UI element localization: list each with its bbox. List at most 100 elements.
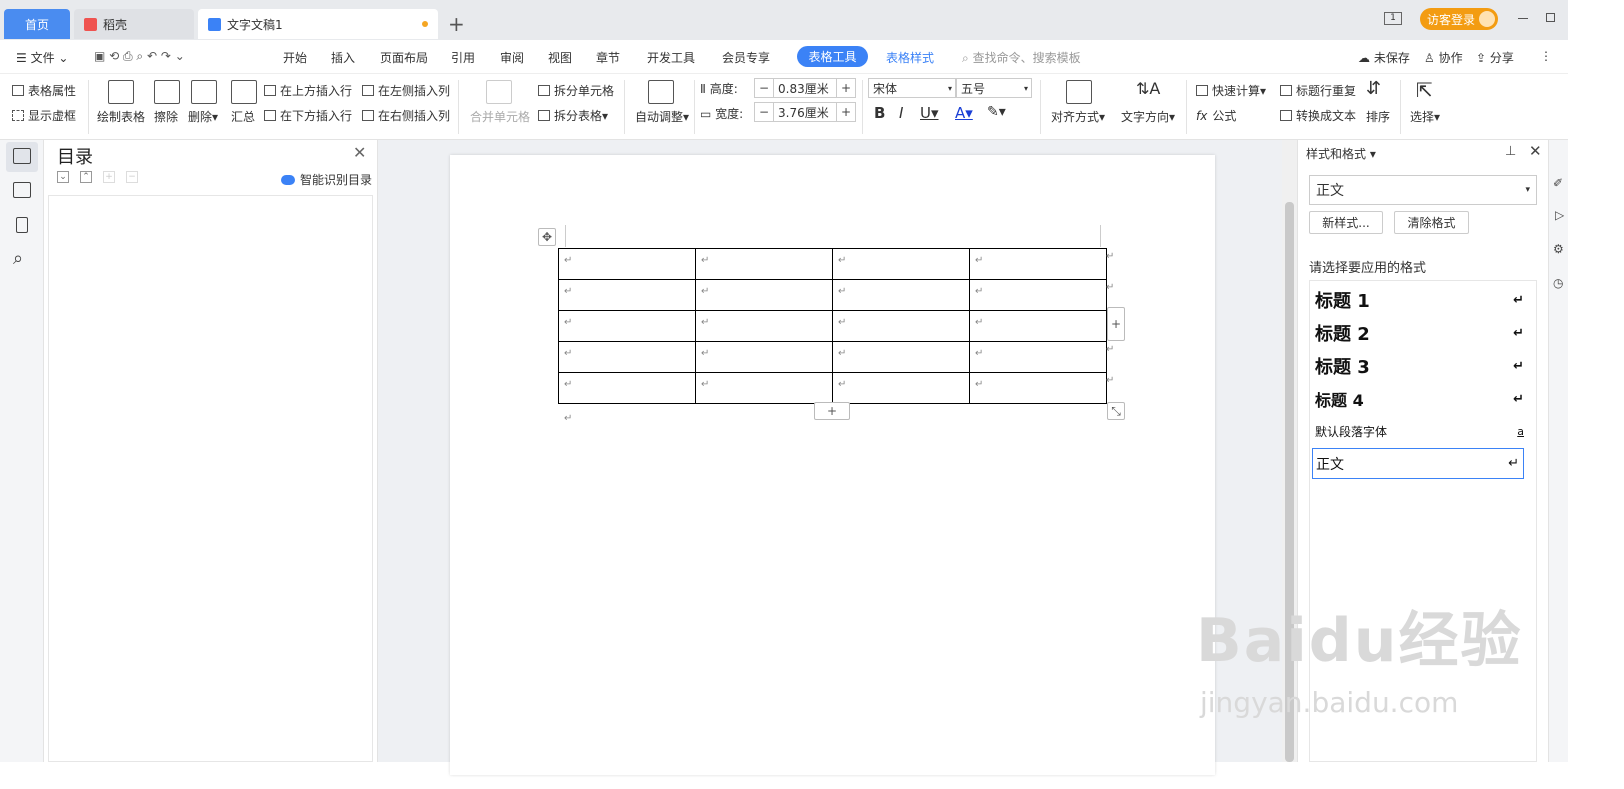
search-icon[interactable]: ⌕ [13, 248, 23, 269]
table-cell[interactable]: ↵ [969, 372, 1107, 404]
tab-member[interactable]: 会员专享 [722, 49, 770, 66]
login-button[interactable]: 访客登录 [1420, 8, 1498, 30]
table-cell[interactable]: ↵ [832, 248, 970, 280]
font-family-select[interactable]: 宋体 ▾ [868, 78, 956, 98]
table-cell[interactable]: ↵ [695, 372, 833, 404]
table-cell[interactable]: ↵ [558, 341, 696, 373]
command-search[interactable]: ⌕ 查找命令、搜索模板 [962, 49, 1081, 66]
insert-above-button[interactable]: 在上方插入行 [264, 82, 352, 99]
clear-format-button[interactable]: 清除格式 [1394, 211, 1469, 234]
insert-left-button[interactable]: 在左侧插入列 [362, 82, 450, 99]
pin-icon[interactable]: ⊥ [1505, 144, 1516, 159]
tab-review[interactable]: 审阅 [500, 49, 524, 66]
split-table-button[interactable]: 拆分表格 ▾ [538, 107, 608, 124]
tab-reference[interactable]: 引用 [451, 49, 475, 66]
bookmark-icon[interactable] [16, 217, 28, 233]
table-cell[interactable]: ↵ [832, 372, 970, 404]
add-level-icon[interactable]: + [103, 171, 115, 183]
merge-cells-button[interactable]: 合并单元格 [470, 108, 530, 125]
more-icon[interactable]: ⋮ [1540, 49, 1552, 63]
styles-panel-title[interactable]: 样式和格式 ▾ [1306, 145, 1376, 162]
tab-document[interactable]: 文字文稿1 [198, 9, 438, 39]
tab-home[interactable]: 首页 [4, 9, 70, 39]
italic-button[interactable]: I [899, 104, 903, 122]
insert-right-button[interactable]: 在右侧插入列 [362, 107, 450, 124]
table-cell[interactable]: ↵ [969, 248, 1107, 280]
close-icon[interactable]: ✕ [353, 143, 366, 162]
nav-pane-icon[interactable] [13, 182, 31, 198]
maximize-icon[interactable] [1546, 13, 1555, 22]
bold-button[interactable]: B [874, 104, 885, 122]
quick-access-icons[interactable]: ▣ ⟲ ⎙ ⌕ ↶ ↷ ⌄ [94, 49, 185, 64]
tab-start[interactable]: 开始 [283, 49, 307, 66]
table-props-button[interactable]: 表格属性 [12, 82, 76, 99]
add-row-button[interactable]: + [814, 402, 850, 420]
summary-button[interactable]: 汇总 [231, 108, 255, 125]
document-table[interactable]: ↵ ↵ ↵ ↵ ↵ ↵ ↵ ↵ ↵ ↵ ↵ ↵ ↵ ↵ ↵ ↵ ↵ ↵ ↵ ↵ [558, 248, 1107, 404]
table-cell[interactable]: ↵ [969, 279, 1107, 311]
file-menu[interactable]: ☰ 文件 ⌄ [16, 49, 68, 66]
tab-view[interactable]: 视图 [548, 49, 572, 66]
table-cell[interactable]: ↵ [558, 248, 696, 280]
style-item[interactable]: 默认段落字体 a [1315, 421, 1528, 441]
tab-insert[interactable]: 插入 [331, 49, 355, 66]
auto-adjust-button[interactable]: 自动调整 ▾ [635, 108, 689, 125]
minimize-icon[interactable] [1518, 18, 1528, 19]
style-item[interactable]: 标题 4 ↵ [1315, 387, 1528, 411]
delete-button[interactable]: 删除 ▾ [188, 108, 218, 125]
draw-table-button[interactable]: 绘制表格 [97, 108, 145, 125]
resize-table-icon[interactable]: ⤡ [1107, 402, 1125, 420]
erase-button[interactable]: 擦除 [154, 108, 178, 125]
width-input[interactable]: 3.76厘米 [773, 102, 837, 122]
table-cell[interactable]: ↵ [832, 341, 970, 373]
repeat-header-button[interactable]: 标题行重复 [1280, 82, 1356, 99]
table-cell[interactable]: ↵ [558, 310, 696, 342]
window-count-icon[interactable]: 1 [1384, 12, 1402, 25]
smart-toc-button[interactable]: 智能识别目录 [281, 171, 372, 188]
height-input[interactable]: 0.83厘米 [773, 78, 837, 98]
toc-icon[interactable] [13, 148, 31, 164]
new-style-button[interactable]: 新样式... [1309, 211, 1383, 234]
table-cell[interactable]: ↵ [695, 341, 833, 373]
style-item[interactable]: 标题 1 ↵ [1315, 288, 1528, 312]
tab-table-tools[interactable]: 表格工具 [797, 46, 868, 67]
quick-calc-button[interactable]: 快速计算 ▾ [1196, 82, 1266, 99]
document-page[interactable]: ✥ ↵ ↵ ↵ ↵ ↵ ↵ ↵ ↵ ↵ ↵ ↵ ↵ ↵ ↵ ↵ ↵ ↵ ↵ ↵ ↵ + + ⤡ ↵ ↵ ↵ ↵ ↵ [450, 155, 1215, 775]
insert-below-button[interactable]: 在下方插入行 [264, 107, 352, 124]
height-increase-button[interactable]: + [836, 78, 856, 98]
font-size-select[interactable]: 五号 ▾ [956, 78, 1032, 98]
new-tab-icon[interactable]: + [448, 12, 465, 36]
text-direction-button[interactable]: 文字方向 ▾ [1121, 108, 1175, 125]
tab-daoke[interactable]: 稻壳 [74, 9, 194, 39]
remove-level-icon[interactable]: − [126, 171, 138, 183]
current-style-select[interactable]: 正文 ▾ [1309, 175, 1537, 205]
table-cell[interactable]: ↵ [695, 310, 833, 342]
show-grid-button[interactable]: 显示虚框 [12, 107, 76, 124]
unsaved-button[interactable]: ☁ 未保存 [1358, 49, 1410, 66]
highlight-button[interactable]: ✎▾ [987, 104, 1006, 120]
align-button[interactable]: 对齐方式 ▾ [1051, 108, 1105, 125]
select-icon[interactable]: ▷ [1555, 208, 1564, 222]
table-cell[interactable]: ↵ [695, 279, 833, 311]
tab-layout[interactable]: 页面布局 [380, 49, 428, 66]
table-cell[interactable]: ↵ [969, 310, 1107, 342]
font-color-button[interactable]: A▾ [955, 104, 973, 122]
height-decrease-button[interactable]: − [754, 78, 774, 98]
table-cell[interactable]: ↵ [558, 279, 696, 311]
sort-button[interactable]: 排序 [1366, 108, 1390, 125]
style-item[interactable]: 标题 2 ↵ [1315, 321, 1528, 345]
table-cell[interactable]: ↵ [832, 279, 970, 311]
tab-devtools[interactable]: 开发工具 [647, 49, 695, 66]
move-table-icon[interactable]: ✥ [538, 228, 556, 246]
split-cell-button[interactable]: 拆分单元格 [538, 82, 614, 99]
to-text-button[interactable]: 转换成文本 [1280, 107, 1356, 124]
collapse-icon[interactable]: ⌃ [80, 171, 92, 183]
underline-button[interactable]: U▾ [920, 104, 939, 122]
table-cell[interactable]: ↵ [558, 372, 696, 404]
table-cell[interactable]: ↵ [695, 248, 833, 280]
style-item-selected[interactable]: 正文 ↵ [1312, 448, 1524, 479]
collab-button[interactable]: ♙ 协作 [1424, 49, 1463, 66]
style-icon[interactable]: ✐ [1553, 176, 1563, 190]
style-item[interactable]: 标题 3 ↵ [1315, 354, 1528, 378]
expand-icon[interactable]: ⌄ [57, 171, 69, 183]
